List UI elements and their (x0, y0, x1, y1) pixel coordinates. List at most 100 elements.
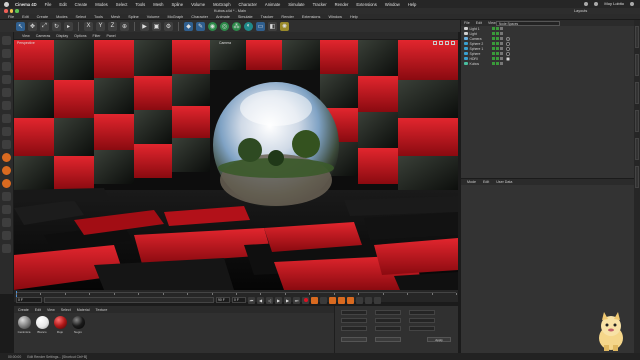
rotation-key-icon[interactable] (347, 296, 354, 304)
material-tag-icon[interactable] (505, 56, 510, 61)
om-menu-edit[interactable]: Edit (476, 21, 482, 25)
appmenu-tracker[interactable]: Tracker (261, 15, 274, 19)
menu-help[interactable]: Help (408, 2, 417, 7)
layouts-label[interactable]: Layouts (574, 9, 587, 13)
y-axis-lock-icon[interactable]: Y (96, 21, 105, 31)
appmenu-spline[interactable]: Spline (128, 15, 139, 19)
appmenu-character[interactable]: Character (191, 15, 208, 19)
viewport-menu-view[interactable]: View (22, 34, 30, 38)
go-to-start-icon[interactable]: ⏮ (248, 296, 255, 304)
solo-mode-icon[interactable] (2, 192, 11, 201)
object-name[interactable]: Light 1 (470, 27, 492, 31)
object-name[interactable]: Sphere 2 (470, 42, 492, 46)
menu-simulate[interactable]: Simulate (288, 2, 304, 7)
coord-size-y-field[interactable] (375, 318, 401, 323)
play-icon[interactable]: ▶ (275, 296, 282, 304)
menu-animate[interactable]: Animate (265, 2, 280, 7)
material-menu-texture[interactable]: Texture (96, 308, 108, 312)
material-menu-select[interactable]: Select (61, 308, 71, 312)
render-dot-icon[interactable] (495, 57, 499, 60)
end-frame-field[interactable]: 90 F (216, 297, 230, 303)
menu-volume[interactable]: Volume (191, 2, 205, 7)
render-view-icon[interactable]: ▶ (140, 21, 149, 31)
polygons-mode-icon[interactable] (2, 114, 11, 123)
render-dot-icon[interactable] (495, 42, 499, 45)
render-dot-icon[interactable] (491, 42, 495, 45)
move-view-icon[interactable] (433, 41, 437, 45)
viewport-3d[interactable]: Perspective Camera (14, 40, 458, 290)
toggle-view-icon[interactable] (451, 41, 455, 45)
material-menu-edit[interactable]: Edit (35, 308, 41, 312)
am-menu-user-data[interactable]: User Data (496, 180, 512, 184)
battery-icon[interactable] (594, 1, 599, 6)
workplane-icon[interactable] (2, 75, 11, 84)
menu-window[interactable]: Window (385, 2, 400, 7)
visibility-check-icon[interactable] (499, 27, 503, 30)
keyframe-selection-icon[interactable] (320, 296, 327, 304)
menu-extensions[interactable]: Extensions (356, 2, 376, 7)
scale-key-icon[interactable] (338, 296, 345, 304)
appmenu-file[interactable]: File (8, 15, 14, 19)
render-dot-icon[interactable] (491, 52, 495, 55)
material-menu-material[interactable]: Material (77, 308, 90, 312)
cube-object-icon[interactable]: ◆ (184, 21, 193, 31)
render-dot-icon[interactable] (491, 37, 495, 40)
appmenu-tools[interactable]: Tools (94, 15, 103, 19)
render-dot-icon[interactable] (495, 47, 499, 50)
record-icon[interactable] (302, 296, 309, 304)
om-menu-file[interactable]: File (464, 21, 470, 25)
coord-size-select[interactable] (375, 337, 401, 342)
appmenu-modes[interactable]: Modes (56, 15, 67, 19)
render-dot-icon[interactable] (495, 27, 499, 30)
object-name[interactable]: Light (470, 32, 492, 36)
coord-h-field[interactable] (409, 310, 435, 315)
object-row[interactable]: Kubos (461, 61, 634, 66)
timeline-menu-icon[interactable] (374, 296, 381, 304)
menu-character[interactable]: Character (239, 2, 257, 7)
next-key-icon[interactable]: ▶ (284, 296, 291, 304)
menu-modes[interactable]: Modes (95, 2, 108, 7)
menu-mesh[interactable]: Mesh (153, 2, 163, 7)
render-dot-icon[interactable] (491, 27, 495, 30)
material-menu-view[interactable]: View (47, 308, 55, 312)
edit-render-settings-icon[interactable]: ⚙ (164, 21, 173, 31)
render-dot-icon[interactable] (491, 32, 495, 35)
appmenu-animate[interactable]: Animate (216, 15, 230, 19)
coord-p-field[interactable] (409, 318, 435, 323)
make-editable-icon[interactable] (2, 36, 11, 45)
render-dot-icon[interactable] (491, 47, 495, 50)
move-icon[interactable]: ✥ (28, 21, 37, 31)
menu-file[interactable]: File (45, 2, 52, 7)
menu-tools[interactable]: Tools (135, 2, 145, 7)
light-icon[interactable]: ✺ (280, 21, 289, 31)
render-picture-viewer-icon[interactable]: ▣ (152, 21, 161, 31)
material-item[interactable]: Rojo (53, 316, 67, 350)
python-icon[interactable] (2, 218, 11, 227)
material-tag-icon[interactable] (505, 46, 510, 51)
current-frame-field[interactable]: 0 F (232, 297, 246, 303)
plugin-icon[interactable] (2, 231, 11, 240)
viewport-menu-display[interactable]: Display (56, 34, 68, 38)
tab-takes[interactable] (635, 54, 639, 76)
texture-mode-icon[interactable] (2, 62, 11, 71)
quantize-icon[interactable] (2, 166, 11, 175)
appmenu-select[interactable]: Select (75, 15, 86, 19)
visibility-check-icon[interactable] (499, 37, 503, 40)
rotate-view-icon[interactable] (445, 41, 449, 45)
node-spaces-dropdown[interactable]: Node Spaces (496, 21, 560, 26)
go-to-end-icon[interactable]: ⏭ (293, 296, 300, 304)
range-slider[interactable] (44, 297, 214, 303)
appmenu-mograph[interactable]: MoGraph (167, 15, 183, 19)
pen-tool-icon[interactable]: ✎ (196, 21, 205, 31)
viewport-perspective-label[interactable]: Perspective (17, 41, 35, 45)
recent-tools-icon[interactable]: ▸ (64, 21, 73, 31)
menu-tracker[interactable]: Tracker (313, 2, 327, 7)
menu-create[interactable]: Create (75, 2, 88, 7)
position-key-icon[interactable] (329, 296, 336, 304)
appmenu-edit[interactable]: Edit (22, 15, 29, 19)
zoom-view-icon[interactable] (439, 41, 443, 45)
user-name[interactable]: Moy Lobito (604, 1, 624, 6)
tweak-mode-icon[interactable] (2, 140, 11, 149)
viewport-menu-cameras[interactable]: Cameras (36, 34, 51, 38)
menu-spline[interactable]: Spline (171, 2, 183, 7)
